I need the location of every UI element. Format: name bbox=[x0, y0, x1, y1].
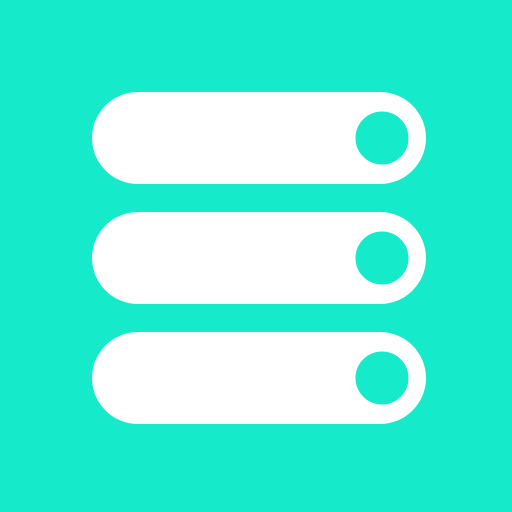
toggle-3 bbox=[92, 332, 426, 424]
toggle-list-icon bbox=[0, 0, 512, 512]
toggle-knob bbox=[352, 228, 412, 288]
toggle-1 bbox=[92, 92, 426, 184]
toggle-knob bbox=[352, 348, 412, 408]
toggle-2 bbox=[92, 212, 426, 304]
toggle-knob bbox=[352, 108, 412, 168]
app-icon bbox=[0, 0, 512, 512]
